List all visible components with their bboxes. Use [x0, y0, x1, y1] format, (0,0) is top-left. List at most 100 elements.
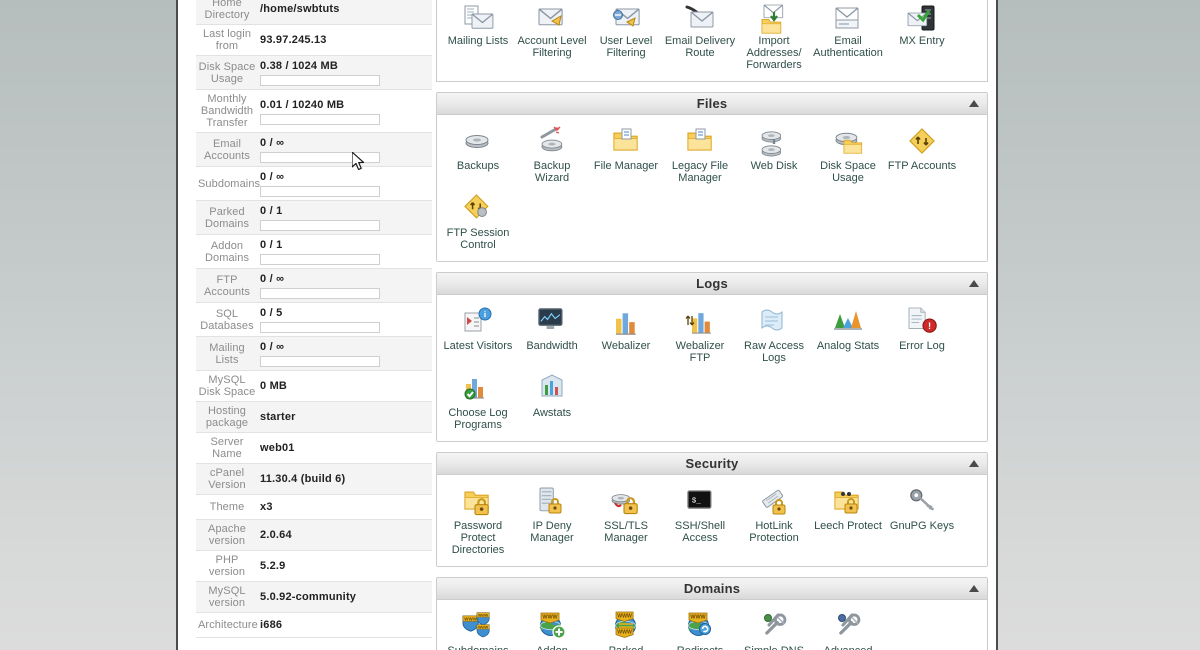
logs-panel-header[interactable]: Logs [437, 273, 987, 295]
tile-label: Email Delivery Route [664, 35, 736, 59]
tile-label: Redirects [664, 645, 736, 650]
disk-space-usage-tile[interactable]: Disk Space Usage [811, 121, 885, 188]
stats-row-value: 93.97.245.13 [258, 24, 434, 56]
email-authentication-tile[interactable]: Email Authentication [811, 0, 885, 75]
file-manager-tile[interactable]: File Manager [589, 121, 663, 188]
file-manager-icon [590, 124, 662, 158]
backups-tile[interactable]: Backups [441, 121, 515, 188]
webalizer-icon [590, 304, 662, 338]
stats-row: Home Directory/home/swbtuts [196, 0, 434, 25]
stats-row-value-text: 5.0.92-community [260, 591, 357, 603]
password-protect-directories-tile[interactable]: Password Protect Directories [441, 481, 515, 560]
stats-row: Architecture i686 [196, 612, 434, 638]
mail-panel-body: Mailing Lists Account Level Filtering User… [437, 0, 987, 81]
ip-deny-manager-icon [516, 484, 588, 518]
stats-row-value-text: x3 [260, 501, 273, 513]
latest-visitors-icon: i [442, 304, 514, 338]
files-panel-title: Files [696, 96, 728, 111]
parked-domains-tile[interactable]: WWW WWW Parked Domains [589, 606, 663, 650]
subdomains-icon: WWW WWW WWW [442, 609, 514, 643]
tile-label: Advanced DNS Zone Editor [812, 645, 884, 650]
webalizer-tile[interactable]: Webalizer [589, 301, 663, 368]
user-level-filtering-icon [590, 3, 662, 33]
import-addresses-forwarders-tile[interactable]: Import Addresses/ Forwarders [737, 0, 811, 75]
leech-protect-tile[interactable]: Leech Protect [811, 481, 885, 560]
stats-row-value: 0 / ∞ [258, 166, 434, 201]
ssl-tls-manager-tile[interactable]: SSL/TLS Manager [589, 481, 663, 560]
tile-label: Legacy File Manager [671, 160, 729, 184]
addon-domains-tile[interactable]: WWW Addon Domains [515, 606, 589, 650]
stats-row: Email Accounts 0 / ∞ [196, 132, 434, 167]
subdomains-tile[interactable]: WWWWWWWWWSubdomains [441, 606, 515, 650]
simple-dns-zone-editor-tile[interactable]: Simple DNS Zone Editor [737, 606, 811, 650]
tile-label: Awstats [532, 407, 572, 419]
awstats-tile[interactable]: Awstats [515, 368, 589, 435]
tile-label: Latest Visitors [443, 340, 513, 352]
collapse-triangle-icon[interactable] [969, 280, 979, 287]
stats-row-value: x3 [258, 494, 434, 520]
usage-meter [260, 186, 380, 197]
gnupg-keys-tile[interactable]: GnuPG Keys [885, 481, 959, 560]
stats-row-value-text: 0 MB [260, 380, 288, 392]
stats-row-value-text: 0.38 / 1024 MB [260, 60, 339, 72]
redirects-tile[interactable]: WWW Redirects [663, 606, 737, 650]
stats-row: Last login from 93.97.245.13 [196, 24, 434, 56]
hotlink-protection-tile[interactable]: HotLink Protection [737, 481, 811, 560]
ftp-session-control-tile[interactable]: FTP Session Control [441, 188, 515, 255]
collapse-triangle-icon[interactable] [969, 100, 979, 107]
legacy-file-manager-tile[interactable]: Legacy File Manager [663, 121, 737, 188]
account-statistics-sidebar: Home Directory/home/swbtuts Last login fr… [178, 0, 434, 650]
svg-text:WWW: WWW [542, 614, 558, 620]
stats-row: Parked Domains 0 / 1 [196, 200, 434, 235]
stats-row-value-text: 5.2.9 [260, 560, 286, 572]
parked-domains-icon: WWW WWW [590, 609, 662, 643]
usage-meter [260, 75, 380, 86]
ftp-session-control-icon [442, 191, 514, 225]
mailing-lists-tile[interactable]: Mailing Lists [441, 0, 515, 75]
stats-row-label: PHP version [196, 550, 258, 582]
choose-log-programs-tile[interactable]: Choose Log Programs [441, 368, 515, 435]
stats-row-value: i686 [258, 612, 434, 638]
advanced-dns-zone-editor-tile[interactable]: Advanced DNS Zone Editor [811, 606, 885, 650]
password-protect-directories-icon [442, 484, 514, 518]
account-level-filtering-tile[interactable]: Account Level Filtering [515, 0, 589, 75]
tile-label: SSL/TLS Manager [603, 520, 649, 544]
web-disk-tile[interactable]: Web Disk [737, 121, 811, 188]
mx-entry-tile[interactable]: MX Entry [885, 0, 959, 75]
webalizer-ftp-tile[interactable]: Webalizer FTP [663, 301, 737, 368]
tile-label: Bandwidth [526, 340, 578, 352]
collapse-triangle-icon[interactable] [969, 585, 979, 592]
svg-text:WWW: WWW [464, 616, 477, 621]
error-log-tile[interactable]: ! Error Log [885, 301, 959, 368]
stats-row-value-text: 0 / ∞ [260, 171, 285, 183]
collapse-triangle-icon[interactable] [969, 460, 979, 467]
stats-row: Disk Space Usage 0.38 / 1024 MB [196, 55, 434, 90]
security-panel-header[interactable]: Security [437, 453, 987, 475]
raw-access-logs-tile[interactable]: Raw Access Logs [737, 301, 811, 368]
tile-label: Disk Space Usage [820, 160, 876, 184]
svg-text:WWW: WWW [690, 614, 706, 620]
usage-meter [260, 288, 380, 299]
bandwidth-tile[interactable]: Bandwidth [515, 301, 589, 368]
analog-stats-tile[interactable]: Analog Stats [811, 301, 885, 368]
latest-visitors-tile[interactable]: i Latest Visitors [441, 301, 515, 368]
user-level-filtering-tile[interactable]: User Level Filtering [589, 0, 663, 75]
cpanel-page-frame: Home Directory/home/swbtuts Last login fr… [176, 0, 998, 650]
stats-row-label: Monthly Bandwidth Transfer [196, 89, 258, 133]
ssh-shell-access-tile[interactable]: $_ SSH/Shell Access [663, 481, 737, 560]
stats-row-value-text: /home/swbtuts [260, 3, 340, 15]
stats-row-value-text: 0 / ∞ [260, 341, 285, 353]
email-delivery-route-tile[interactable]: Email Delivery Route [663, 0, 737, 75]
domains-panel-header[interactable]: Domains [437, 578, 987, 600]
stats-row-label: Architecture [196, 612, 258, 638]
tile-label: FTP Accounts [887, 160, 957, 172]
import-addresses-forwarders-icon [738, 3, 810, 34]
stats-row-value: 0 / 1 [258, 234, 434, 269]
ftp-accounts-tile[interactable]: FTP Accounts [885, 121, 959, 188]
ip-deny-manager-tile[interactable]: IP Deny Manager [515, 481, 589, 560]
stats-row: MySQL version 5.0.92-community [196, 581, 434, 613]
backup-wizard-tile[interactable]: Backup Wizard [515, 121, 589, 188]
stats-row-value: web01 [258, 432, 434, 464]
stats-row-value-text: 0 / ∞ [260, 273, 285, 285]
files-panel-header[interactable]: Files [437, 93, 987, 115]
